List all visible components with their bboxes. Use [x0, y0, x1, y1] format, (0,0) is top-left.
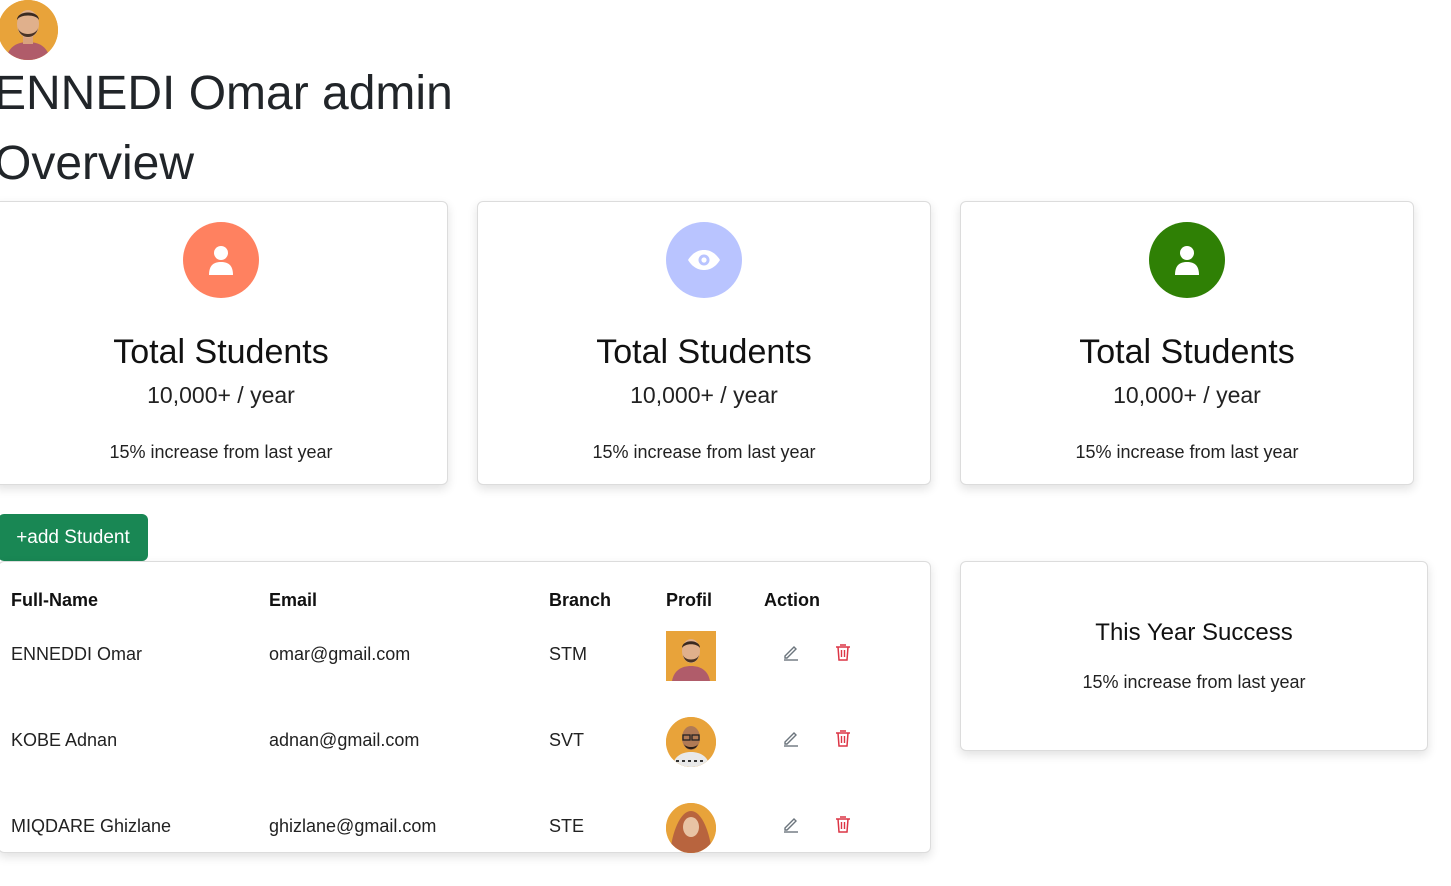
student-avatar — [666, 631, 716, 681]
stat-note: 15% increase from last year — [1075, 442, 1299, 462]
student-email: adnan@gmail.com — [269, 730, 420, 750]
table-row: ENNEDDI Omar omar@gmail.com STM — [11, 628, 884, 714]
action-cell — [764, 714, 884, 800]
overview-heading: Overview — [0, 137, 195, 190]
action-cell — [764, 628, 884, 714]
student-avatar — [666, 803, 716, 853]
add-student-button[interactable]: +add Student — [0, 514, 148, 561]
table-header-row: Full-Name Email Branch Profil Action — [11, 590, 884, 628]
stat-title: Total Students — [596, 333, 812, 371]
user-icon — [183, 222, 259, 298]
delete-icon[interactable] — [834, 643, 852, 661]
student-email: ghizlane@gmail.com — [269, 816, 437, 836]
stat-title: Total Students — [113, 333, 329, 371]
student-branch: STE — [549, 816, 585, 836]
stat-card-3: Total Students 10,000+ / year 15% increa… — [960, 201, 1414, 485]
edit-icon[interactable] — [782, 643, 800, 661]
column-header-full-name: Full-Name — [11, 590, 99, 610]
action-cell — [764, 800, 884, 886]
student-name: MIQDARE Ghizlane — [11, 816, 172, 836]
profile-cell — [666, 628, 764, 714]
delete-icon[interactable] — [834, 815, 852, 833]
success-title: This Year Success — [1095, 619, 1293, 646]
column-header-branch: Branch — [549, 590, 612, 610]
column-header-action: Action — [764, 590, 820, 610]
admin-name-heading: ENNEDI Omar admin — [0, 67, 453, 120]
table-row: MIQDARE Ghizlane ghizlane@gmail.com STE — [11, 800, 884, 886]
profile-cell — [666, 800, 764, 886]
student-branch: STM — [549, 644, 587, 664]
admin-avatar[interactable] — [0, 0, 58, 60]
edit-icon[interactable] — [782, 815, 800, 833]
stat-title: Total Students — [1079, 333, 1295, 371]
stat-value: 10,000+ / year — [630, 382, 778, 408]
delete-icon[interactable] — [834, 729, 852, 747]
column-header-profil: Profil — [666, 590, 713, 610]
stat-note: 15% increase from last year — [592, 442, 816, 462]
students-table-card: Full-Name Email Branch Profil Action ENN… — [0, 561, 931, 853]
stat-note: 15% increase from last year — [109, 442, 333, 462]
student-name: ENNEDDI Omar — [11, 644, 143, 664]
stat-card-1: Total Students 10,000+ / year 15% increa… — [0, 201, 448, 485]
student-branch: SVT — [549, 730, 585, 750]
students-table: Full-Name Email Branch Profil Action ENN… — [11, 590, 884, 886]
eye-icon — [666, 222, 742, 298]
student-avatar — [666, 717, 716, 767]
stat-value: 10,000+ / year — [147, 382, 295, 408]
column-header-email: Email — [269, 590, 318, 610]
year-success-card: This Year Success 15% increase from last… — [960, 561, 1428, 751]
student-name: KOBE Adnan — [11, 730, 118, 750]
user-icon — [1149, 222, 1225, 298]
stat-card-2: Total Students 10,000+ / year 15% increa… — [477, 201, 931, 485]
edit-icon[interactable] — [782, 729, 800, 747]
table-row: KOBE Adnan adnan@gmail.com SVT — [11, 714, 884, 800]
profile-cell — [666, 714, 764, 800]
student-email: omar@gmail.com — [269, 644, 411, 664]
stat-value: 10,000+ / year — [1113, 382, 1261, 408]
success-note: 15% increase from last year — [1082, 672, 1306, 692]
